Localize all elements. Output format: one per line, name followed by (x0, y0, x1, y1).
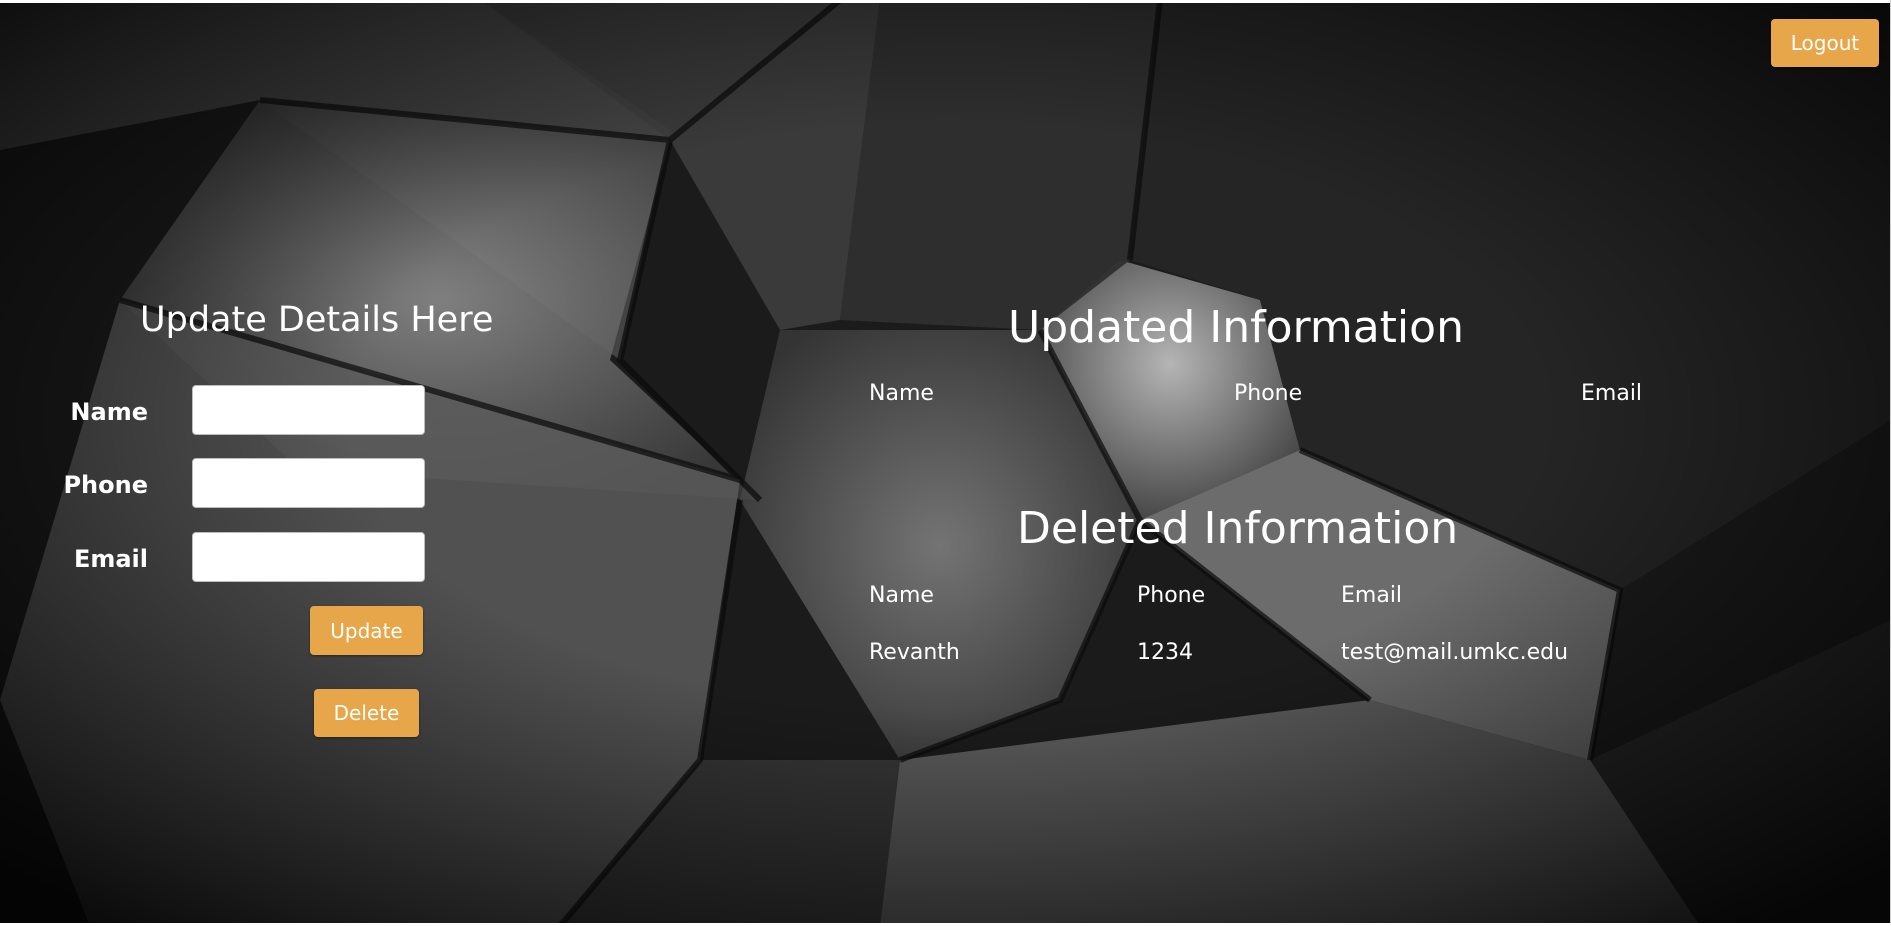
phone-input[interactable] (192, 458, 425, 508)
name-input[interactable] (192, 385, 425, 435)
updated-info-title: Updated Information (1008, 302, 1464, 353)
deleted-row-name: Revanth (869, 640, 960, 665)
phone-label: Phone (63, 471, 148, 499)
deleted-row-email: test@mail.umkc.edu (1341, 640, 1569, 665)
email-label: Email (73, 545, 148, 573)
deleted-info-title: Deleted Information (1017, 503, 1459, 554)
logout-button[interactable]: Logout (1771, 19, 1879, 67)
update-button[interactable]: Update (310, 606, 423, 655)
form-title: Update Details Here (140, 300, 494, 340)
updated-col-name: Name (869, 381, 934, 406)
deleted-col-email: Email (1341, 583, 1403, 608)
page: Logout Update Details Here Name Phone Em… (0, 0, 1891, 926)
top-border (0, 0, 1891, 3)
deleted-col-name: Name (869, 583, 934, 608)
delete-button[interactable]: Delete (314, 689, 419, 737)
deleted-row-phone: 1234 (1137, 640, 1193, 665)
name-label: Name (70, 398, 148, 426)
deleted-col-phone: Phone (1137, 583, 1206, 608)
updated-col-phone: Phone (1234, 381, 1303, 406)
email-input[interactable] (192, 532, 425, 582)
updated-col-email: Email (1581, 381, 1643, 406)
